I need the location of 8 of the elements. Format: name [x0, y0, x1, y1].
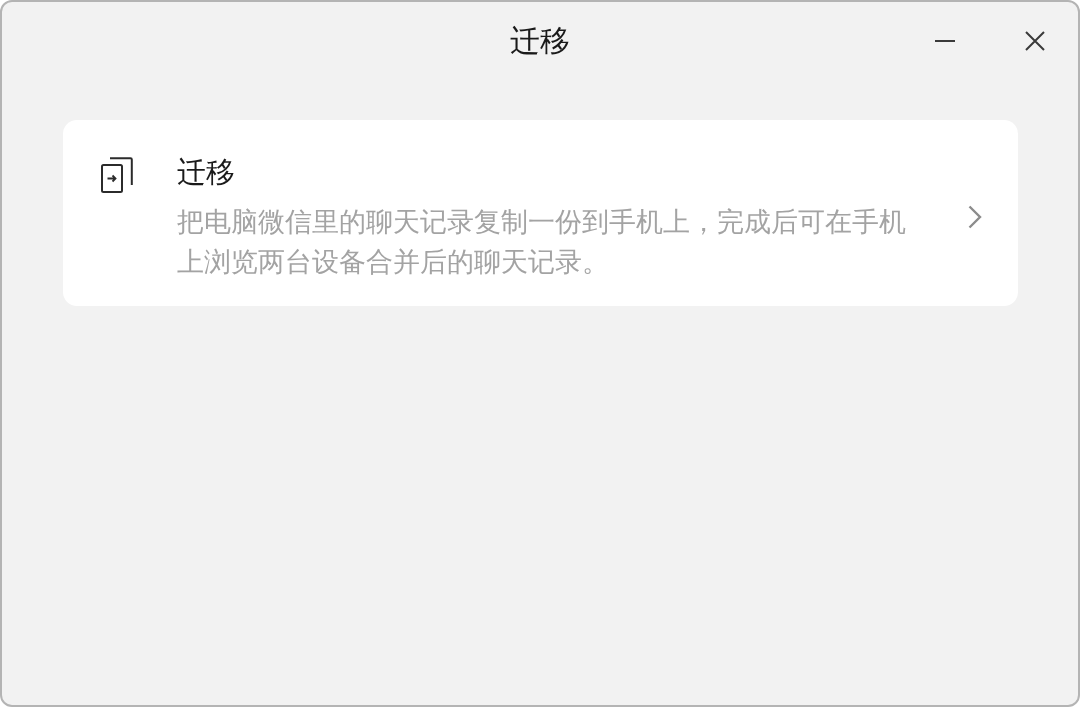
chevron-right-icon [968, 205, 982, 229]
card-description: 把电脑微信里的聊天记录复制一份到手机上，完成后可在手机上浏览两台设备合并后的聊天记录。 [177, 205, 907, 279]
card-title: 迁移 [177, 154, 236, 191]
minimize-icon [935, 40, 955, 42]
close-icon [1025, 31, 1045, 51]
window-title: 迁移 [510, 22, 570, 60]
copy-arrow-icon [101, 157, 133, 193]
option-card[interactable]: 迁移 把电脑微信里的聊天记录复制一份到手机上，完成后可在手机上浏览两台设备合并后的聊天记录。 [63, 120, 1018, 306]
